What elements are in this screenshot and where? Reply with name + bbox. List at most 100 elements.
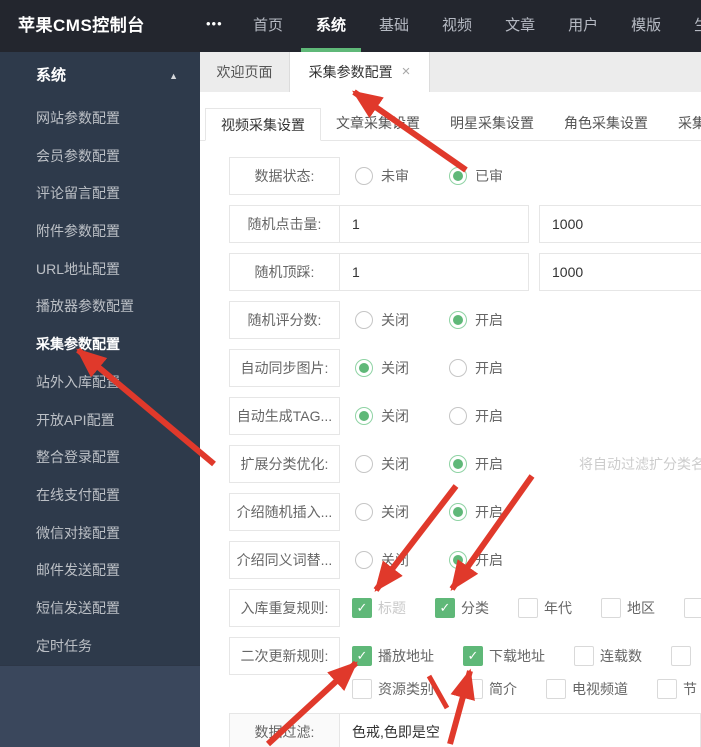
- checkbox-icon: [518, 598, 538, 618]
- sidebar-item-comment[interactable]: 评论留言配置: [0, 175, 200, 213]
- radio-icon: [355, 455, 373, 473]
- checkbox-icon: [352, 679, 372, 699]
- radio-on[interactable]: 开启: [449, 550, 503, 570]
- radio-on[interactable]: 开启: [449, 406, 503, 426]
- checkbox-checked-icon: ✓: [352, 598, 372, 618]
- checkbox-clipped[interactable]: [671, 646, 697, 666]
- close-icon[interactable]: ×: [402, 52, 411, 92]
- checkbox-checked-icon: ✓: [352, 646, 372, 666]
- checkbox-program[interactable]: 节: [657, 679, 697, 699]
- tab-collect-params[interactable]: 采集参数配置 ×: [290, 52, 430, 92]
- nav-system[interactable]: 系统: [301, 0, 362, 52]
- checkbox-icon: [546, 679, 566, 699]
- radio-off[interactable]: 关闭: [355, 406, 409, 426]
- nav-basic[interactable]: 基础: [379, 0, 409, 52]
- checkbox-intro[interactable]: 简介: [463, 679, 517, 699]
- form-row-ext-category: 扩展分类优化: 关闭 开启 将自动过滤扩分类名称里的: [229, 445, 701, 483]
- checkbox-tv-channel[interactable]: 电视频道: [546, 679, 628, 699]
- subtab-star-collect[interactable]: 明星采集设置: [435, 107, 549, 140]
- radio-icon: [355, 167, 373, 185]
- field-label: 数据状态:: [229, 157, 340, 195]
- sidebar-item-offsite-import[interactable]: 站外入库配置: [0, 364, 200, 402]
- checkbox-clipped[interactable]: [684, 598, 701, 618]
- checkbox-serial-count[interactable]: 连载数: [574, 646, 642, 666]
- checkbox-year[interactable]: 年代: [518, 598, 572, 618]
- nav-generate[interactable]: 生: [694, 0, 701, 52]
- sidebar-item-member-params[interactable]: 会员参数配置: [0, 138, 200, 176]
- subtab-collect-more[interactable]: 采集: [663, 107, 701, 140]
- sidebar-item-login-integration[interactable]: 整合登录配置: [0, 439, 200, 477]
- checkbox-icon: [601, 598, 621, 618]
- sidebar-item-collect-params[interactable]: 采集参数配置: [0, 326, 200, 364]
- sidebar-item-url[interactable]: URL地址配置: [0, 251, 200, 289]
- checkbox-download-url[interactable]: ✓ 下载地址: [463, 646, 545, 666]
- radio-off[interactable]: 关闭: [355, 502, 409, 522]
- more-menu-icon[interactable]: •••: [206, 0, 223, 52]
- radio-on[interactable]: 开启: [449, 358, 503, 378]
- sidebar-section-system[interactable]: 系统 ▲: [0, 52, 200, 100]
- radio-on[interactable]: 开启: [449, 454, 503, 474]
- data-filter-input[interactable]: [339, 713, 701, 747]
- random-hits-min-input[interactable]: [339, 205, 529, 243]
- radio-off[interactable]: 关闭: [355, 550, 409, 570]
- checkbox-icon: [657, 679, 677, 699]
- sidebar-item-online-pay[interactable]: 在线支付配置: [0, 477, 200, 515]
- random-updown-min-input[interactable]: [339, 253, 529, 291]
- checkbox-area[interactable]: 地区: [601, 598, 655, 618]
- form-row-intro-synonym: 介绍同义词替... 关闭 开启: [229, 541, 701, 579]
- checkbox-icon: [463, 679, 483, 699]
- settings-form: 数据状态: 未审 已审 随机点击量: 1 1000 随机顶踩: 1 1000 随…: [200, 141, 701, 747]
- checkbox-checked-icon: ✓: [435, 598, 455, 618]
- radio-on[interactable]: 开启: [449, 310, 503, 330]
- radio-off[interactable]: 关闭: [355, 454, 409, 474]
- tab-welcome[interactable]: 欢迎页面: [200, 52, 290, 92]
- field-label: 自动生成TAG...: [229, 397, 340, 435]
- sidebar-item-attachment[interactable]: 附件参数配置: [0, 213, 200, 251]
- sidebar-item-email[interactable]: 邮件发送配置: [0, 552, 200, 590]
- nav-video[interactable]: 视频: [442, 0, 472, 52]
- sidebar-menu: 网站参数配置 会员参数配置 评论留言配置 附件参数配置 URL地址配置 播放器参…: [0, 100, 200, 665]
- radio-off[interactable]: 关闭: [355, 358, 409, 378]
- radio-checked-icon: [449, 167, 467, 185]
- topbar: 苹果CMS控制台 ••• 首页 系统 基础 视频 文章 用户 模版 生: [0, 0, 701, 52]
- radio-icon: [355, 551, 373, 569]
- form-row-data-status: 数据状态: 未审 已审: [229, 157, 701, 195]
- sidebar-section-label: 系统: [36, 67, 67, 84]
- sidebar-item-player[interactable]: 播放器参数配置: [0, 288, 200, 326]
- sidebar-item-cron[interactable]: 定时任务: [0, 628, 200, 666]
- sidebar-item-wechat[interactable]: 微信对接配置: [0, 515, 200, 553]
- subtab-video-collect[interactable]: 视频采集设置: [205, 108, 321, 141]
- field-label: 介绍随机插入...: [229, 493, 340, 531]
- radio-unaudited[interactable]: 未审: [355, 166, 409, 186]
- sidebar-item-site-params[interactable]: 网站参数配置: [0, 100, 200, 138]
- random-updown-max-input[interactable]: [539, 253, 701, 291]
- checkbox-resource-type[interactable]: 资源类别: [352, 679, 434, 699]
- checkbox-checked-icon: ✓: [463, 646, 483, 666]
- random-hits-max-input[interactable]: [539, 205, 701, 243]
- checkbox-icon: [574, 646, 594, 666]
- top-nav: 首页 系统 基础 视频 文章 用户 模版 生: [253, 0, 701, 52]
- form-row-random-score: 随机评分数: 关闭 开启: [229, 301, 701, 339]
- nav-article[interactable]: 文章: [505, 0, 535, 52]
- sidebar-item-open-api[interactable]: 开放API配置: [0, 402, 200, 440]
- field-label: 介绍同义词替...: [229, 541, 340, 579]
- nav-home[interactable]: 首页: [253, 0, 283, 52]
- subtab-article-collect[interactable]: 文章采集设置: [321, 107, 435, 140]
- form-row-data-filter: 数据过滤:: [229, 713, 701, 747]
- nav-template[interactable]: 模版: [631, 0, 661, 52]
- radio-checked-icon: [355, 359, 373, 377]
- form-row-auto-tag: 自动生成TAG... 关闭 开启: [229, 397, 701, 435]
- nav-user[interactable]: 用户: [568, 0, 598, 52]
- checkbox-title[interactable]: ✓ 标题: [352, 598, 406, 618]
- radio-audited[interactable]: 已审: [449, 166, 503, 186]
- main-content: 欢迎页面 采集参数配置 × 视频采集设置 文章采集设置 明星采集设置 角色采集设…: [200, 52, 701, 747]
- sidebar-item-sms[interactable]: 短信发送配置: [0, 590, 200, 628]
- subtab-role-collect[interactable]: 角色采集设置: [549, 107, 663, 140]
- radio-on[interactable]: 开启: [449, 502, 503, 522]
- radio-checked-icon: [449, 311, 467, 329]
- checkbox-category[interactable]: ✓ 分类: [435, 598, 489, 618]
- form-row-intro-insert: 介绍随机插入... 关闭 开启: [229, 493, 701, 531]
- field-label: 自动同步图片:: [229, 349, 340, 387]
- radio-off[interactable]: 关闭: [355, 310, 409, 330]
- checkbox-play-url[interactable]: ✓ 播放地址: [352, 646, 434, 666]
